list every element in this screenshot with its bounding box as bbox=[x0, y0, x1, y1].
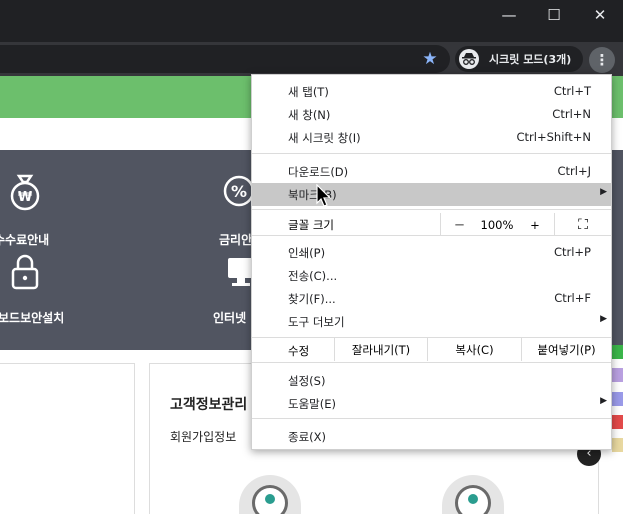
side-color-strip bbox=[612, 415, 623, 429]
fullscreen-icon[interactable]: ⛶ bbox=[554, 213, 611, 236]
zoom-in-button[interactable]: + bbox=[516, 213, 554, 236]
submenu-arrow-icon: ▶ bbox=[600, 314, 607, 324]
lock-icon[interactable] bbox=[10, 254, 40, 294]
card-title: 고객정보관리 bbox=[170, 397, 248, 413]
incognito-badge[interactable]: 시크릿 모드(3개) bbox=[455, 46, 583, 72]
service-label[interactable]: 수수료안내 bbox=[0, 231, 49, 248]
menu-item-print[interactable]: 인쇄(P) Ctrl+P bbox=[252, 241, 611, 264]
won-bag-icon[interactable]: ₩ bbox=[6, 172, 44, 216]
menu-separator bbox=[252, 362, 611, 363]
menu-zoom-row: 글꼴 크기 － 100% + ⛶ bbox=[252, 213, 611, 236]
zoom-out-button[interactable]: － bbox=[440, 213, 478, 236]
menu-item-new-tab[interactable]: 새 탭(T) Ctrl+T bbox=[252, 80, 611, 103]
service-label[interactable]: 보드보안설치 bbox=[0, 309, 64, 326]
menu-icon[interactable]: ⋮ bbox=[589, 47, 615, 73]
address-bar[interactable]: ★ bbox=[0, 45, 450, 73]
menu-separator bbox=[252, 418, 611, 419]
submenu-arrow-icon: ▶ bbox=[600, 396, 607, 406]
paste-button[interactable]: 붙여넣기(P) bbox=[521, 338, 611, 361]
close-icon[interactable]: ✕ bbox=[577, 0, 623, 30]
maximize-icon[interactable]: ☐ bbox=[531, 0, 577, 30]
incognito-label: 시크릿 모드(3개) bbox=[489, 53, 572, 66]
menu-item-cast[interactable]: 전송(C)... bbox=[252, 264, 611, 287]
zoom-level: 100% bbox=[480, 217, 514, 232]
menu-item-find[interactable]: 찾기(F)... Ctrl+F bbox=[252, 287, 611, 310]
menu-item-help[interactable]: 도움말(E) ▶ bbox=[252, 392, 611, 415]
svg-text:₩: ₩ bbox=[18, 190, 33, 205]
avatar bbox=[239, 475, 301, 514]
side-color-strip bbox=[612, 438, 623, 452]
side-color-strip bbox=[612, 345, 623, 359]
info-card bbox=[0, 363, 135, 514]
menu-item-new-incognito[interactable]: 새 시크릿 창(I) Ctrl+Shift+N bbox=[252, 126, 611, 149]
incognito-icon bbox=[459, 49, 479, 69]
chrome-menu: 새 탭(T) Ctrl+T 새 창(N) Ctrl+N 새 시크릿 창(I) Ctrl… bbox=[251, 74, 612, 450]
menu-separator bbox=[252, 153, 611, 154]
menu-item-exit[interactable]: 종료(X) bbox=[252, 425, 611, 448]
submenu-arrow-icon: ▶ bbox=[600, 187, 607, 197]
menu-item-downloads[interactable]: 다운로드(D) Ctrl+J bbox=[252, 160, 611, 183]
service-label[interactable]: 인터넷 bbox=[213, 309, 246, 326]
edit-label: 수정 bbox=[288, 344, 310, 358]
side-color-strip bbox=[612, 368, 623, 382]
menu-separator bbox=[252, 209, 611, 210]
title-bar: — ☐ ✕ bbox=[0, 0, 623, 42]
menu-item-settings[interactable]: 설정(S) bbox=[252, 369, 611, 392]
menu-edit-row: 수정 잘라내기(T) 복사(C) 붙여넣기(P) bbox=[252, 338, 611, 361]
avatar bbox=[442, 475, 504, 514]
mouse-cursor-icon bbox=[316, 183, 332, 212]
menu-item-bookmarks[interactable]: 북마크(B) ▶ bbox=[252, 183, 611, 206]
side-color-strip bbox=[612, 392, 623, 406]
svg-text:%: % bbox=[231, 182, 247, 201]
bookmark-star-icon[interactable]: ★ bbox=[418, 49, 442, 69]
zoom-label: 글꼴 크기 bbox=[288, 218, 334, 232]
minimize-icon[interactable]: — bbox=[486, 0, 532, 30]
menu-item-more-tools[interactable]: 도구 더보기 ▶ bbox=[252, 310, 611, 333]
menu-separator bbox=[252, 235, 611, 236]
cut-button[interactable]: 잘라내기(T) bbox=[334, 338, 427, 361]
menu-item-new-window[interactable]: 새 창(N) Ctrl+N bbox=[252, 103, 611, 126]
copy-button[interactable]: 복사(C) bbox=[427, 338, 521, 361]
card-subtitle: 회원가입정보 bbox=[170, 430, 237, 444]
service-label[interactable]: 금리안 bbox=[219, 231, 252, 248]
